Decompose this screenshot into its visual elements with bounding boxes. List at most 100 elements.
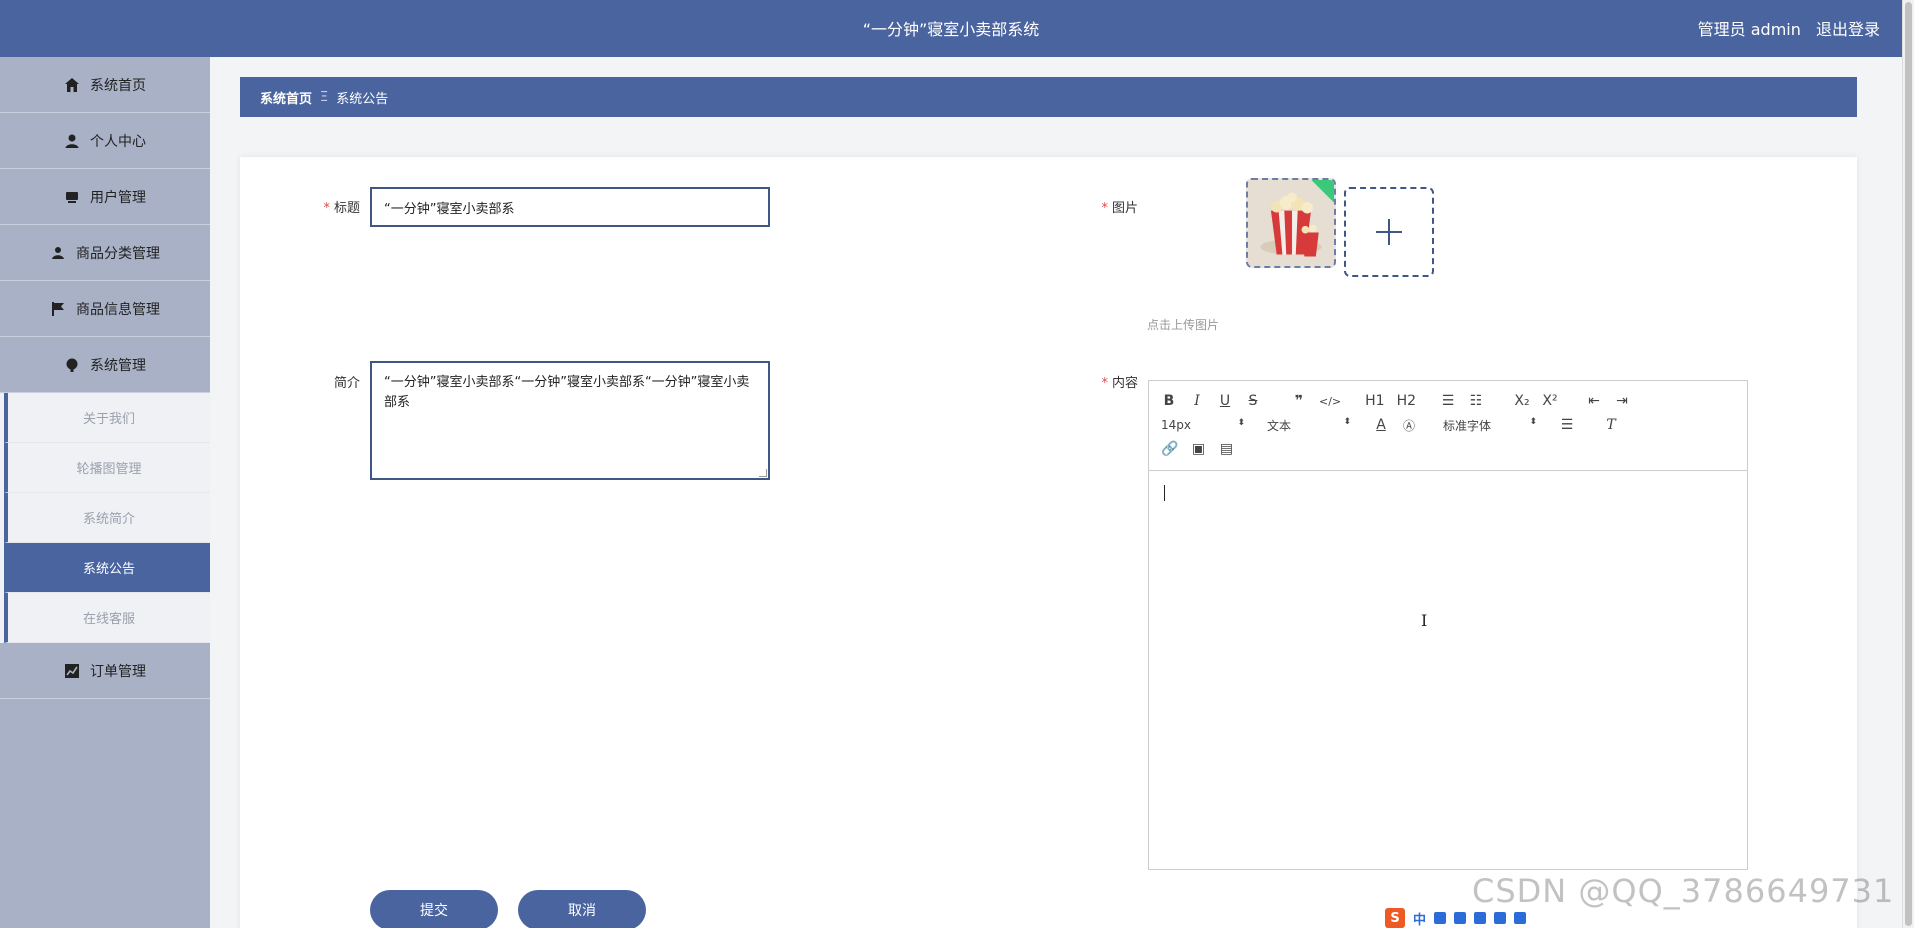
video-icon[interactable]: ▤ — [1218, 441, 1234, 457]
cancel-button[interactable]: 取消 — [518, 890, 646, 928]
required-mark: * — [1101, 376, 1108, 391]
sidebar-subitem-service[interactable]: 在线客服 — [4, 593, 210, 643]
toolbar-row: 🔗 ▣ ▤ — [1161, 437, 1735, 461]
logout-link[interactable]: 退出登录 — [1816, 20, 1880, 39]
background-color-icon[interactable]: Ⓐ — [1401, 417, 1417, 434]
heading2-button[interactable]: H2 — [1397, 393, 1416, 409]
sidebar-item-orders[interactable]: 订单管理 — [0, 643, 210, 699]
toolbar-row: 14px ⬍ 文本 ⬍ A Ⓐ 标准字体 ⬍ ☰ T — [1161, 413, 1735, 437]
chevron-updown-icon: ⬍ — [1343, 416, 1351, 427]
ime-logo: S — [1385, 908, 1405, 928]
text-type-select[interactable]: 文本 ⬍ — [1267, 417, 1351, 434]
sidebar-item-product[interactable]: 商品信息管理 — [0, 281, 210, 337]
skin-icon — [1494, 912, 1507, 924]
user-label: 管理员 admin — [1697, 20, 1801, 39]
breadcrumb-home[interactable]: 系统首页 — [260, 88, 312, 107]
submit-button[interactable]: 提交 — [370, 890, 498, 928]
scrollbar-thumb[interactable] — [1905, 2, 1912, 926]
sidebar-item-category[interactable]: 商品分类管理 — [0, 225, 210, 281]
indent-icon[interactable]: ⇥ — [1614, 393, 1630, 409]
sidebar-item-label: 系统首页 — [90, 77, 146, 94]
intro-textarea[interactable]: “一分钟”寝室小卖部系“一分钟”寝室小卖部系“一分钟”寝室小卖部系 — [370, 361, 770, 480]
ime-mode: 中 — [1413, 912, 1427, 928]
content-label: * 内容 — [1101, 376, 1138, 391]
sidebar-item-label: 商品信息管理 — [76, 301, 160, 318]
sidebar-item-users[interactable]: 用户管理 — [0, 169, 210, 225]
bold-button[interactable]: B — [1161, 393, 1177, 409]
sidebar-subitem-about[interactable]: 关于我们 — [4, 393, 210, 443]
ime-toolbar[interactable]: S 中 — [1385, 908, 1527, 928]
title-input[interactable]: “一分钟”寝室小卖部系 — [370, 187, 770, 227]
subscript-icon[interactable]: X₂ — [1514, 393, 1530, 409]
popcorn-image — [1248, 180, 1334, 266]
sidebar-subitem-notice[interactable]: 系统公告 — [4, 543, 210, 593]
mouse-cursor-ibeam: I — [1421, 611, 1428, 630]
sidebar-item-profile[interactable]: 个人中心 — [0, 113, 210, 169]
top-bar: “一分钟”寝室小卖部系统 管理员 admin 退出登录 — [0, 0, 1902, 57]
user-area: 管理员 admin 退出登录 — [1688, 16, 1880, 40]
chevron-updown-icon: ⬍ — [1529, 416, 1537, 427]
plus-icon — [1376, 219, 1402, 245]
uploaded-image-thumbnail[interactable] — [1246, 178, 1336, 268]
superscript-icon[interactable]: X² — [1542, 393, 1558, 409]
link-icon[interactable]: 🔗 — [1161, 441, 1178, 457]
sidebar-item-label: 商品分类管理 — [76, 245, 160, 262]
resize-handle[interactable] — [759, 469, 767, 477]
apps-grid-icon — [1514, 912, 1527, 924]
font-size-select[interactable]: 14px ⬍ — [1161, 418, 1245, 432]
align-icon[interactable]: ☰ — [1559, 417, 1575, 433]
breadcrumb-separator: Ξ — [320, 89, 329, 105]
microphone-icon — [1454, 912, 1467, 924]
sidebar-item-label: 用户管理 — [90, 189, 146, 206]
required-mark: * — [323, 201, 330, 216]
watermark: CSDN @QQ_3786649731 — [1472, 872, 1895, 910]
users-icon — [64, 189, 80, 205]
sidebar-subitem-carousel[interactable]: 轮播图管理 — [4, 443, 210, 493]
heading1-button[interactable]: H1 — [1365, 393, 1384, 409]
home-icon — [64, 77, 80, 93]
rich-text-editor: B I U S ❞ </> H1 H2 ☰ ☷ X₂ X² ⇤ ⇥ 14px ⬍ … — [1148, 380, 1748, 870]
vertical-scrollbar[interactable] — [1902, 0, 1914, 928]
clear-format-icon[interactable]: T — [1603, 417, 1619, 433]
underline-button[interactable]: U — [1217, 393, 1233, 409]
sidebar-subitem-intro[interactable]: 系统简介 — [4, 493, 210, 543]
title-label: * 标题 — [323, 201, 360, 216]
app-title: “一分钟”寝室小卖部系统 — [862, 20, 1040, 39]
editor-toolbar: B I U S ❞ </> H1 H2 ☰ ☷ X₂ X² ⇤ ⇥ 14px ⬍ … — [1149, 381, 1747, 471]
intro-text: “一分钟”寝室小卖部系“一分钟”寝室小卖部系“一分钟”寝室小卖部系 — [384, 375, 750, 410]
flag-icon — [50, 301, 66, 317]
breadcrumb: 系统首页 Ξ 系统公告 — [240, 77, 1857, 117]
chevron-updown-icon: ⬍ — [1237, 418, 1245, 428]
sidebar: 系统首页 个人中心 用户管理 商品分类管理 商品信息管理 系统管理 关于我们 轮… — [0, 57, 210, 928]
code-icon[interactable]: </> — [1319, 395, 1341, 408]
sidebar-item-label: 订单管理 — [90, 663, 146, 680]
ordered-list-icon[interactable]: ☰ — [1440, 393, 1456, 409]
italic-button[interactable]: I — [1189, 393, 1205, 409]
strike-button[interactable]: S — [1245, 393, 1261, 409]
sidebar-item-label: 个人中心 — [90, 133, 146, 150]
blockquote-icon[interactable]: ❞ — [1291, 393, 1307, 409]
settings-icon — [64, 357, 80, 373]
upload-hint: 点击上传图片 — [1147, 318, 1220, 332]
bullet-list-icon[interactable]: ☷ — [1468, 393, 1484, 409]
intro-label: 简介 — [333, 376, 360, 391]
toolbar-row: B I U S ❞ </> H1 H2 ☰ ☷ X₂ X² ⇤ ⇥ — [1161, 389, 1735, 413]
sidebar-item-home[interactable]: 系统首页 — [0, 57, 210, 113]
keyboard-icon — [1474, 912, 1487, 924]
font-color-icon[interactable]: A — [1373, 417, 1389, 433]
ime-punctuation-icon — [1434, 912, 1447, 924]
required-mark: * — [1101, 201, 1108, 216]
upload-button[interactable] — [1344, 187, 1434, 277]
text-caret — [1164, 485, 1165, 501]
font-family-select[interactable]: 标准字体 ⬍ — [1443, 417, 1537, 434]
breadcrumb-current: 系统公告 — [336, 91, 389, 107]
image-icon[interactable]: ▣ — [1190, 441, 1206, 457]
sidebar-item-system[interactable]: 系统管理 — [0, 337, 210, 393]
sidebar-item-label: 系统管理 — [90, 357, 146, 374]
chart-icon — [64, 663, 80, 679]
outdent-icon[interactable]: ⇤ — [1586, 393, 1602, 409]
user-icon — [64, 133, 80, 149]
image-label: * 图片 — [1101, 201, 1138, 216]
category-icon — [50, 245, 66, 261]
editor-content-area[interactable]: I — [1149, 471, 1747, 869]
